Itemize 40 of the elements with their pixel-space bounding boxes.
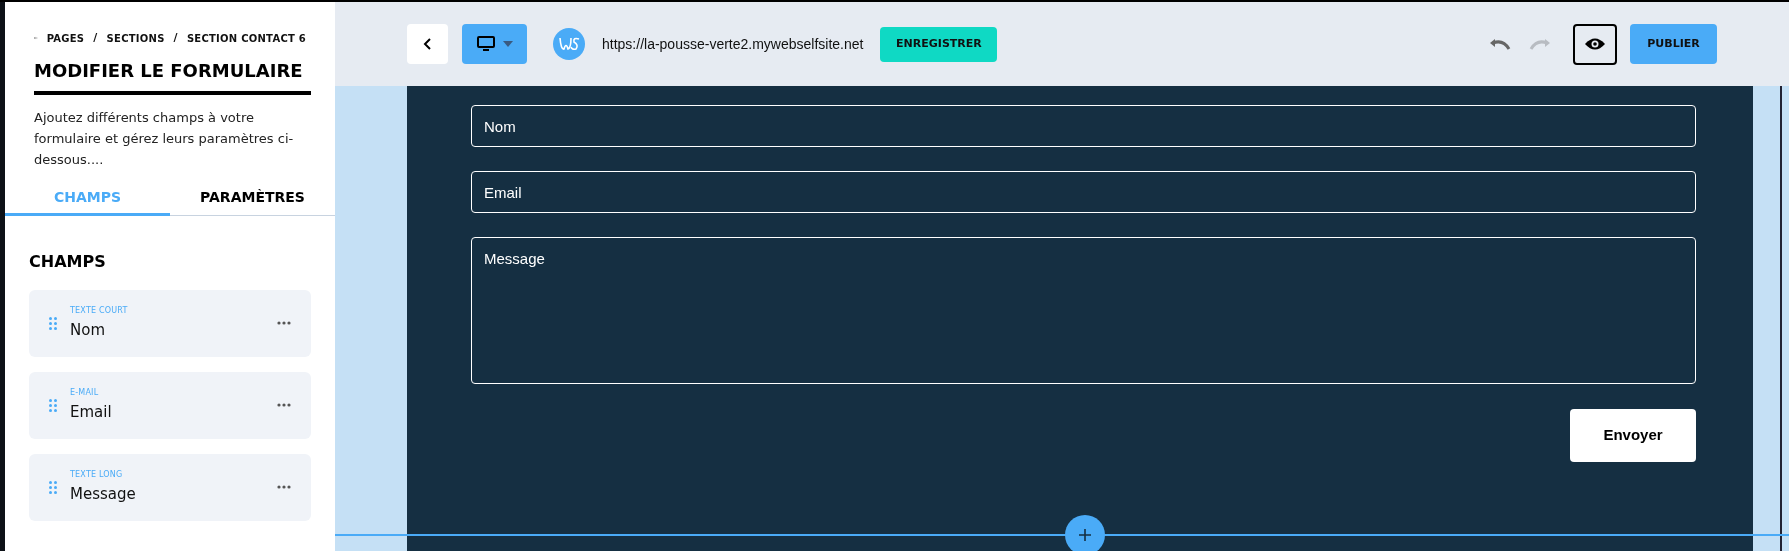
caret-icon [502,41,513,47]
breadcrumb-link[interactable]: SECTIONS [106,30,165,46]
panel-title: MODIFIER LE FORMULAIRE [34,56,311,95]
device-button[interactable] [462,24,527,64]
field-card[interactable]: E-MAIL Email [29,371,311,439]
field-name: Message [70,483,137,505]
more-icon[interactable] [277,403,291,407]
field-name: Nom [70,319,106,341]
field-type: E-MAIL [70,386,100,399]
text-input-field[interactable]: Email [471,171,1696,213]
eye-icon [1584,37,1606,51]
plus-icon [1078,528,1092,542]
field-type: TEXTE LONG [70,468,124,481]
save-button[interactable]: ENREGISTRER [880,26,998,62]
tab[interactable]: PARAMÈTRES [170,181,335,216]
more-icon[interactable] [277,485,291,489]
undo-icon[interactable] [1489,37,1511,51]
drag-handle-icon[interactable] [49,480,57,494]
field-name: Email [70,401,113,423]
field-card[interactable]: TEXTE COURT Nom [29,289,311,357]
breadcrumb-link[interactable]: SECTION CONTACT 6 [186,30,306,46]
drag-handle-icon[interactable] [49,398,57,412]
logo-icon [553,28,585,60]
monitor-icon [476,36,495,52]
submit-button[interactable]: Envoyer [1570,409,1696,462]
preview-button[interactable] [1573,23,1617,65]
message-field[interactable]: Message [471,237,1696,384]
breadcrumb-link[interactable]: PAGES [46,30,85,46]
breadcrumb-separator: / [93,30,98,46]
more-icon[interactable] [277,321,291,325]
site-url: https://la-pousse-verte2.mywebselfsite.net [602,34,864,54]
text-input-field[interactable]: Nom [471,105,1696,147]
panel-description: Ajoutez différents champs à votre formulaire et gérez leurs paramètres ci-dessous.... [34,108,295,169]
field-type: TEXTE COURT [70,304,129,317]
breadcrumb-separator: / [173,30,178,46]
chevron-left-icon [422,38,433,50]
field-card[interactable]: TEXTE LONG Message [29,453,311,521]
publish-button[interactable]: PUBLIER [1630,24,1717,64]
drag-handle-icon[interactable] [49,316,57,330]
section-title: CHAMPS [29,250,107,273]
